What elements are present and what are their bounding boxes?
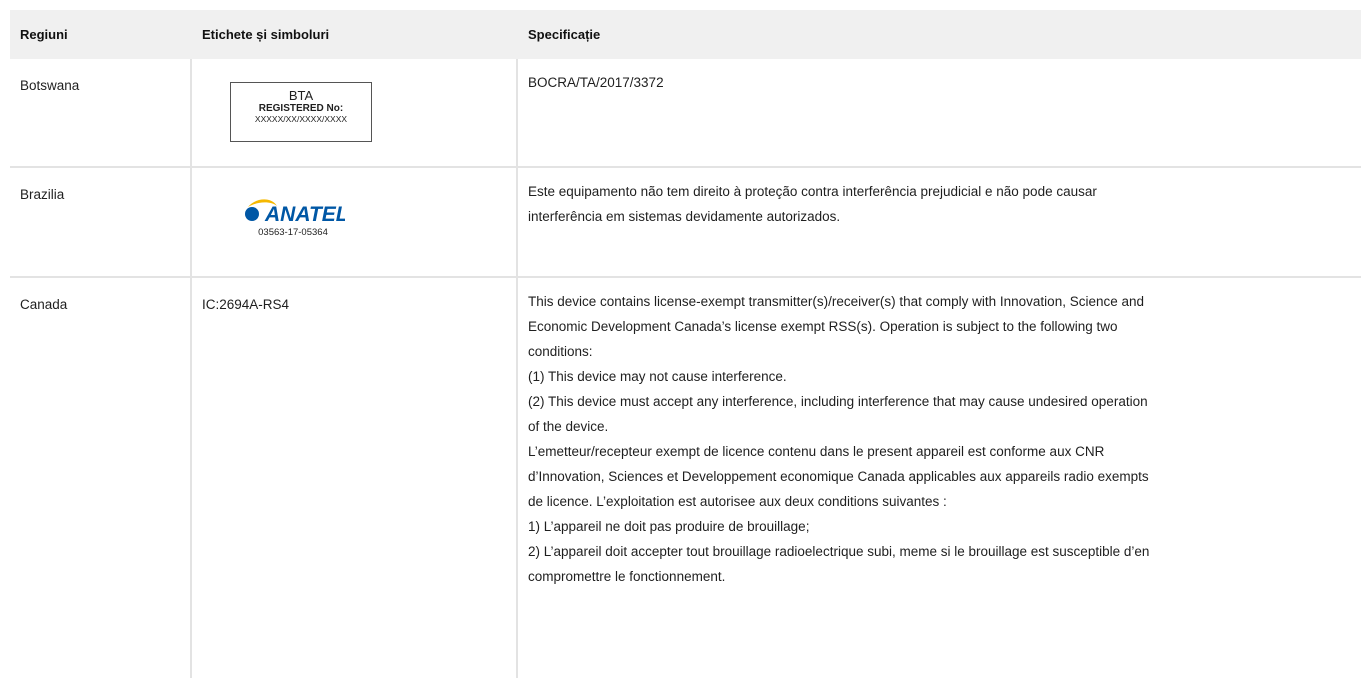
label-cell: IC:2694A-RS4 (192, 278, 518, 678)
anatel-homologation-number: 03563-17-05364 (258, 227, 328, 238)
column-header-regions: Regiuni (20, 27, 68, 42)
column-header-specification: Specificație (528, 27, 601, 42)
anatel-logo-dot (245, 207, 259, 221)
anatel-logo-text: ANATEL (264, 203, 345, 223)
specification-cell: This device contains license-exempt tran… (528, 294, 1150, 584)
specification-cell: BOCRA/TA/2017/3372 (528, 75, 664, 90)
table-row-canada: Canada IC:2694A-RS4 This device contains… (10, 278, 1361, 678)
table-header-row: Regiuni Etichete și simboluri Specificaț… (10, 10, 1361, 59)
label-cell: BTA REGISTERED No: XXXXX/XX/XXXX/XXXX (192, 59, 518, 166)
specification-cell: Este equipamento não tem direito à prote… (528, 184, 1097, 224)
region-cell: Canada (10, 278, 192, 678)
bta-title: BTA (288, 88, 314, 103)
region-cell: Botswana (10, 59, 192, 166)
anatel-logo-icon: ANATEL (245, 199, 345, 223)
bta-registration-label: BTA REGISTERED No: XXXXX/XX/XXXX/XXXX (230, 82, 372, 142)
region-cell: Brazilia (10, 168, 192, 276)
bta-registration-number: XXXXX/XX/XXXX/XXXX (254, 114, 348, 124)
anatel-label: ANATEL 03563-17-05364 (238, 197, 348, 238)
label-cell: ANATEL 03563-17-05364 (192, 168, 518, 276)
regulatory-table: Regiuni Etichete și simboluri Specificaț… (10, 10, 1361, 678)
column-header-labels-symbols: Etichete și simboluri (202, 27, 330, 42)
table-row-botswana: Botswana BTA REGISTERED No: XXXXX/XX/XXX… (10, 59, 1361, 168)
table-row-brazil: Brazilia ANATEL 03563-17-05364 Este equi… (10, 168, 1361, 278)
bta-registered-text: REGISTERED No: (258, 103, 344, 114)
